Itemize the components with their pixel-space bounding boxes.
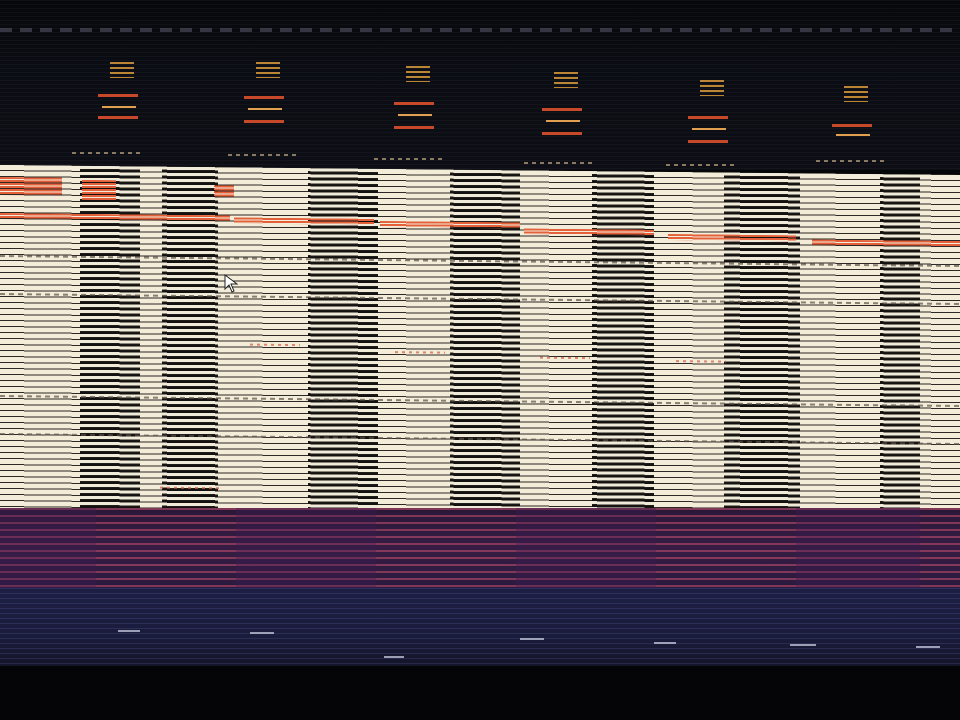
header-dash bbox=[374, 158, 444, 160]
noise-dash bbox=[654, 642, 676, 644]
header-glyph bbox=[110, 62, 134, 78]
highlight-row bbox=[0, 177, 62, 196]
highlight-row bbox=[214, 185, 234, 198]
header-bar bbox=[244, 96, 284, 99]
content-column bbox=[724, 172, 800, 529]
header-bar bbox=[98, 94, 138, 97]
header-bar bbox=[394, 126, 434, 129]
band-segment bbox=[796, 508, 920, 588]
header-bar bbox=[542, 132, 582, 135]
header-dash bbox=[228, 154, 298, 156]
noise-dash bbox=[384, 656, 404, 658]
header-bar bbox=[692, 128, 726, 130]
column-header-1 bbox=[72, 62, 152, 182]
content-column bbox=[520, 170, 592, 527]
header-glyph bbox=[406, 66, 430, 82]
noise-dash bbox=[250, 632, 274, 634]
header-dash bbox=[524, 162, 594, 164]
header-bar bbox=[394, 102, 434, 105]
noise-dash bbox=[916, 646, 940, 648]
header-bar bbox=[248, 108, 282, 110]
header-bar bbox=[546, 120, 580, 122]
content-panel bbox=[0, 165, 960, 531]
header-glyph bbox=[256, 62, 280, 78]
glitched-screen bbox=[0, 0, 960, 720]
content-column bbox=[800, 173, 880, 530]
purple-noise-band bbox=[0, 508, 960, 588]
header-bar bbox=[398, 114, 432, 116]
header-bar bbox=[836, 134, 870, 136]
header-bar bbox=[102, 106, 136, 108]
header-noise-band bbox=[0, 0, 960, 170]
blue-noise-band bbox=[0, 588, 960, 666]
column-header-3 bbox=[374, 66, 448, 186]
content-column bbox=[592, 171, 654, 527]
highlight-row bbox=[82, 179, 116, 201]
noise-dash bbox=[520, 638, 544, 640]
header-dash bbox=[666, 164, 736, 166]
header-bar bbox=[244, 120, 284, 123]
header-bar bbox=[98, 116, 138, 119]
header-bar bbox=[832, 124, 872, 127]
content-column bbox=[880, 174, 920, 530]
header-glyph bbox=[844, 86, 868, 102]
header-glyph bbox=[700, 80, 724, 96]
noise-dash bbox=[118, 630, 140, 632]
header-bar bbox=[688, 116, 728, 119]
header-dash bbox=[72, 152, 142, 154]
header-dash bbox=[816, 160, 886, 162]
column-header-2 bbox=[228, 62, 298, 182]
arrow-cursor-icon bbox=[224, 274, 239, 293]
header-bar bbox=[542, 108, 582, 111]
header-bar bbox=[688, 140, 728, 143]
content-column bbox=[920, 174, 960, 531]
band-segment bbox=[236, 508, 376, 588]
band-segment bbox=[516, 508, 656, 588]
header-edge-line bbox=[0, 28, 960, 32]
bottom-bezel bbox=[0, 666, 960, 720]
header-glyph bbox=[554, 72, 578, 88]
noise-dash bbox=[790, 644, 816, 646]
band-segment bbox=[0, 508, 96, 588]
content-column bbox=[654, 171, 724, 528]
